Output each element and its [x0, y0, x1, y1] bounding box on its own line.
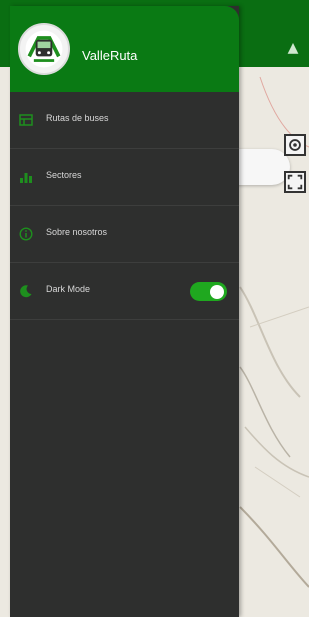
menu-item-label: Sectores — [46, 170, 82, 180]
broom-icon[interactable]: ▲ — [285, 40, 301, 56]
expand-icon — [287, 174, 303, 190]
info-icon — [19, 227, 33, 241]
menu-item-rutas-de-buses[interactable]: Rutas de buses — [10, 92, 239, 149]
bus-logo-icon — [25, 30, 63, 68]
menu-item-label: Sobre nosotros — [46, 227, 108, 237]
locate-icon — [289, 139, 301, 151]
dark-mode-toggle[interactable] — [190, 282, 227, 301]
menu-item-dark-mode[interactable]: Dark Mode — [10, 263, 239, 320]
drawer-menu: Rutas de buses Sectores Sobre nosotros D… — [10, 92, 239, 320]
drawer-header: ValleRuta — [10, 6, 239, 92]
fullscreen-button[interactable] — [284, 171, 306, 193]
app-logo — [18, 23, 70, 75]
navigation-drawer: ValleRuta Rutas de buses Sectores Sobre … — [10, 6, 239, 617]
toggle-knob — [210, 284, 224, 299]
bar-chart-icon — [19, 170, 33, 184]
menu-item-sectores[interactable]: Sectores — [10, 149, 239, 206]
app-name: ValleRuta — [82, 48, 138, 63]
bus-routes-icon — [19, 113, 33, 127]
menu-item-sobre-nosotros[interactable]: Sobre nosotros — [10, 206, 239, 263]
my-location-button[interactable] — [284, 134, 306, 156]
menu-item-label: Dark Mode — [46, 284, 91, 294]
moon-icon — [19, 284, 33, 298]
menu-item-label: Rutas de buses — [46, 113, 109, 123]
